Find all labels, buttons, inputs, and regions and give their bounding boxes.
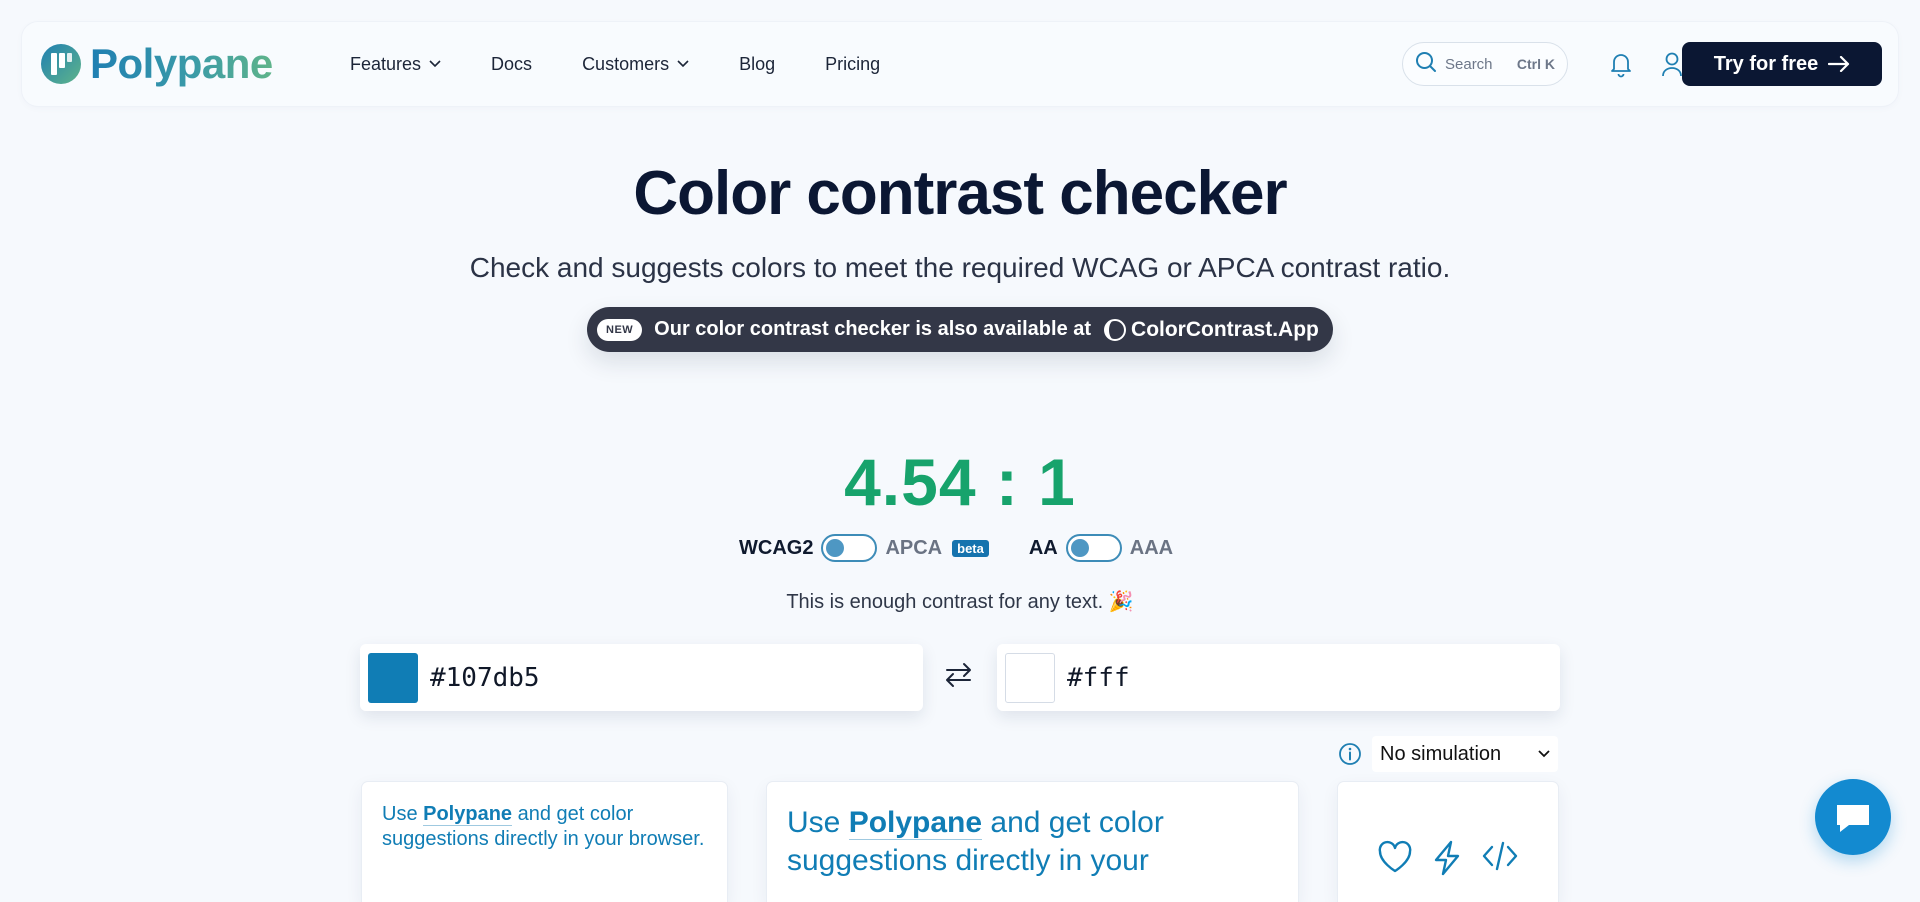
preview-prefix: Use [787, 806, 849, 839]
nav-label: Features [350, 54, 422, 74]
bell-icon[interactable] [1608, 50, 1634, 83]
background-swatch[interactable] [1005, 652, 1055, 703]
colorcontrast-app-link[interactable]: ColorContrast.App [1103, 318, 1319, 342]
nav-features[interactable]: Features [350, 50, 441, 78]
contrast-ratio: 4.54 : 1 [844, 445, 1076, 519]
cta-label: Try for free [1713, 52, 1819, 75]
preview-card-icons [1338, 782, 1558, 902]
nav-pricing[interactable]: Pricing [825, 50, 880, 78]
mode-toggles: WCAG2 APCA beta AA AAA [739, 533, 1173, 563]
algorithm-toggle[interactable] [821, 534, 878, 562]
chat-icon [1833, 799, 1873, 835]
foreground-swatch[interactable] [368, 652, 418, 703]
background-hex-input[interactable] [1065, 661, 1509, 694]
try-for-free-button[interactable]: Try for free [1682, 42, 1882, 86]
nav-label: Blog [739, 54, 776, 74]
search-placeholder: Search [1445, 55, 1493, 73]
foreground-color-field [360, 644, 923, 711]
logo-text: Polypane [90, 40, 273, 87]
beta-badge: beta [952, 539, 989, 557]
background-color-field [997, 644, 1560, 711]
main-nav: Features Docs Customers Blog Pricing [350, 50, 930, 78]
colorcontrast-app-label: ColorContrast.App [1131, 317, 1319, 341]
chat-button[interactable] [1815, 779, 1891, 855]
search-shortcut: Ctrl K [1516, 56, 1555, 72]
nav-blog[interactable]: Blog [739, 50, 775, 78]
simulation-select[interactable]: No simulation [1372, 736, 1558, 772]
simulation-selected: No simulation [1380, 742, 1502, 765]
announcement-link[interactable]: NEW Our color contrast checker is also a… [587, 307, 1333, 352]
nav-label: Docs [491, 54, 533, 74]
page-title: Color contrast checker [633, 159, 1287, 228]
foreground-hex-input[interactable] [428, 661, 872, 694]
page-subtitle: Check and suggests colors to meet the re… [469, 252, 1451, 283]
level-toggle[interactable] [1065, 534, 1122, 562]
new-badge: NEW [597, 318, 643, 341]
contrast-logo-icon [1103, 318, 1127, 342]
announcement-text: Our color contrast checker is also avail… [654, 318, 1092, 340]
toggle-knob [1070, 539, 1089, 557]
lightning-icon [1431, 840, 1463, 876]
swap-colors-icon[interactable] [944, 660, 974, 690]
nav-label: Customers [582, 54, 670, 74]
logo[interactable]: Polypane [40, 40, 273, 88]
preview-brand-link[interactable]: Polypane [423, 803, 513, 826]
preview-card-large: Use Polypane and get color suggestions d… [767, 782, 1298, 902]
preview-brand-link[interactable]: Polypane [848, 806, 983, 840]
aa-label[interactable]: AA [1029, 537, 1058, 560]
user-icon[interactable] [1660, 50, 1684, 83]
nav-customers[interactable]: Customers [582, 50, 689, 78]
info-icon[interactable] [1338, 742, 1362, 766]
code-icon [1481, 840, 1519, 872]
search-icon [1415, 51, 1437, 78]
wcag2-label[interactable]: WCAG2 [739, 537, 813, 560]
nav-label: Pricing [825, 54, 881, 74]
preview-prefix: Use [382, 803, 424, 825]
site-header: Polypane Features Docs Customers Blog Pr… [22, 22, 1898, 106]
heart-icon [1377, 840, 1413, 874]
search-button[interactable]: Search Ctrl K [1402, 42, 1568, 86]
preview-card-small: Use Polypane and get color suggestions d… [362, 782, 727, 902]
toggle-knob [826, 539, 845, 557]
chevron-down-icon [677, 60, 689, 68]
nav-docs[interactable]: Docs [491, 50, 532, 78]
polypane-logo-icon [40, 43, 82, 85]
aaa-label[interactable]: AAA [1130, 537, 1173, 560]
contrast-status-message: This is enough contrast for any text. 🎉 [786, 591, 1134, 613]
arrow-right-icon [1828, 56, 1850, 72]
apca-label[interactable]: APCA [885, 537, 942, 560]
chevron-down-icon [1538, 750, 1550, 758]
chevron-down-icon [429, 60, 441, 68]
